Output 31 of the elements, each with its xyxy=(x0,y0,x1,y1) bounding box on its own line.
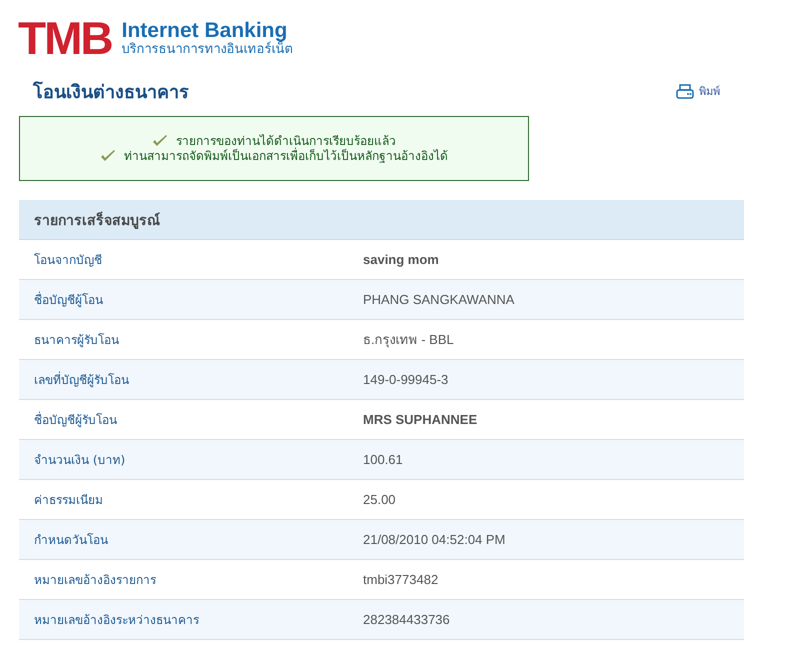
field-value: saving mom xyxy=(363,252,439,267)
table-heading: รายการเสร็จสมบูรณ์ xyxy=(19,200,744,240)
success-message: ท่านสามารถจัดพิมพ์เป็นเอกสารเพื่อเก็บไว้เป็นหลักฐานอ้างอิงได้ xyxy=(124,148,448,164)
field-label: จำนวนเงิน (บาท) xyxy=(33,452,126,469)
field-label: ค่าธรรมเนียม xyxy=(33,492,104,509)
field-value: 100.61 xyxy=(363,452,403,467)
field-value: 282384433736 xyxy=(363,612,450,627)
field-value: 21/08/2010 04:52:04 PM xyxy=(363,532,506,547)
field-value: MRS SUPHANNEE xyxy=(363,412,478,427)
field-label: เลขที่บัญชีผู้รับโอน xyxy=(33,370,130,389)
field-value: ธ.กรุงเทพ - BBL xyxy=(363,331,454,350)
success-message: รายการของท่านได้ดำเนินการเรียบร้อยแล้ว xyxy=(176,134,396,148)
product-name: Internet Banking xyxy=(122,20,288,42)
page-title: โอนเงินต่างธนาคาร xyxy=(33,80,189,104)
bank-logo: TMB xyxy=(18,16,112,60)
field-label: โอนจากบัญชี xyxy=(33,252,103,269)
tagline: บริการธนาการทางอินเทอร์เน็ต xyxy=(122,42,293,56)
field-label: ชื่อบัญชีผู้โอน xyxy=(33,290,104,309)
field-label: หมายเลขอ้างอิงรายการ xyxy=(33,572,157,589)
field-label: หมายเลขอ้างอิงระหว่างธนาคาร xyxy=(33,612,200,629)
field-value: tmbi3773482 xyxy=(363,572,438,587)
field-value: PHANG SANGKAWANNA xyxy=(363,292,514,307)
field-label: กำหนดวันโอน xyxy=(33,532,109,549)
checkmark-icon xyxy=(152,134,168,148)
field-label: ธนาคารผู้รับโอน xyxy=(33,332,120,349)
printer-icon xyxy=(676,84,694,98)
field-label: ชื่อบัญชีผู้รับโอน xyxy=(33,410,118,429)
field-value: 149-0-99945-3 xyxy=(363,372,448,387)
field-value: 25.00 xyxy=(363,492,396,507)
checkmark-icon xyxy=(100,150,116,162)
print-link[interactable]: พิมพ์ xyxy=(676,82,720,100)
